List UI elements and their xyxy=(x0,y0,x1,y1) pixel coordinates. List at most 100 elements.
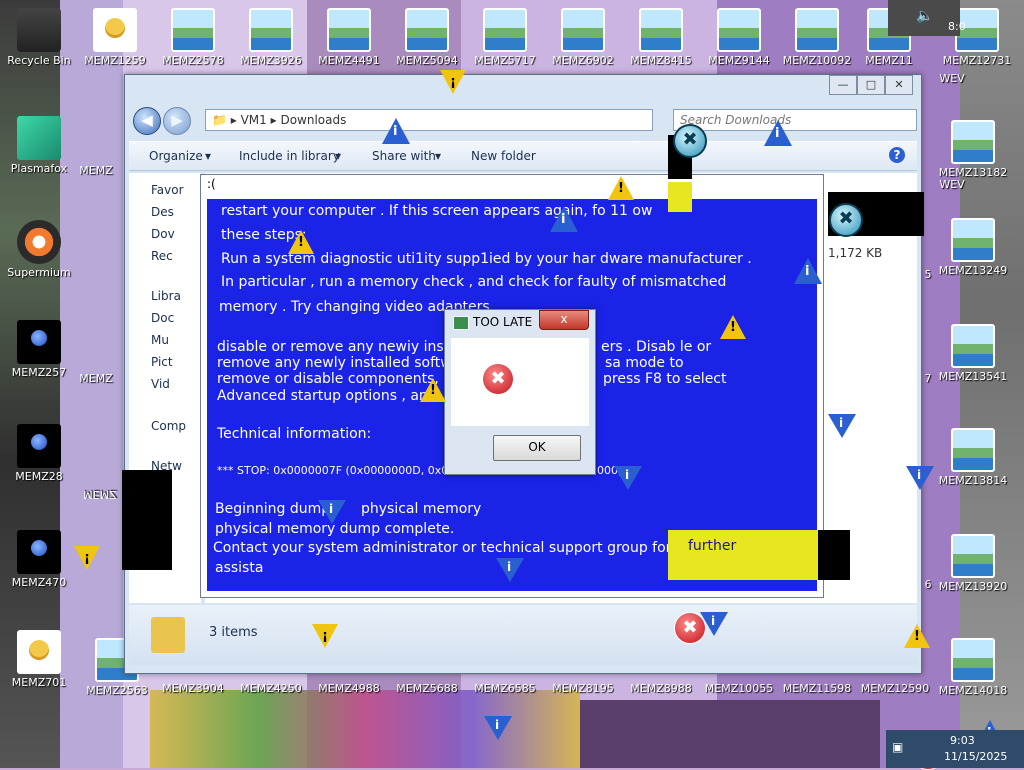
desktop-icon-memz470[interactable]: MEMZ470 xyxy=(2,530,76,589)
desktop-icon-memz3926[interactable]: MEMZ3926 xyxy=(234,8,308,67)
breadcrumb-vm1[interactable]: VM1 xyxy=(241,113,267,127)
warning-icon: ! xyxy=(74,546,100,570)
bsod-face: :( xyxy=(207,177,216,191)
bsod-line: Beginning dump xyxy=(215,501,331,517)
folder-icon xyxy=(151,617,185,653)
forward-icon: ▶ xyxy=(171,111,183,129)
desktop-icon-memz10092[interactable]: MEMZ10092 xyxy=(780,8,854,67)
dialog-app-icon xyxy=(453,316,469,330)
minimize-button[interactable]: — xyxy=(829,75,857,95)
desktop-icon-label: MEMZ13814 xyxy=(938,474,1008,487)
desktop-icon-memz8415[interactable]: MEMZ8415 xyxy=(624,8,698,67)
desktop-icon-recycle-bin[interactable]: Recycle Bin xyxy=(2,8,76,67)
taskbar-date[interactable]: 11/15/2025 xyxy=(944,750,1007,763)
nav-item-videos[interactable]: Vid xyxy=(151,377,170,391)
help-icon[interactable]: ? xyxy=(889,147,905,163)
desktop-icon-label: MEMZ4491 xyxy=(318,54,380,67)
nav-item-computer[interactable]: Comp xyxy=(151,419,186,433)
desktop-icon-memz5094[interactable]: MEMZ5094 xyxy=(390,8,464,67)
address-bar[interactable]: 📁 ▸ VM1 ▸ Downloads xyxy=(205,109,653,131)
desktop-icon-memz701[interactable]: MEMZ701 xyxy=(2,630,76,689)
nav-item-recent[interactable]: Rec xyxy=(151,249,173,263)
memz-smile-icon xyxy=(93,8,137,52)
info-glyph: i xyxy=(775,126,780,141)
desktop-icon-label: MEMZ8195 xyxy=(552,682,614,695)
glitch-block xyxy=(668,182,692,212)
desktop-icon-memz28[interactable]: MEMZ28 xyxy=(2,424,76,483)
desktop-icon-memz257[interactable]: MEMZ257 xyxy=(2,320,76,379)
desktop-icon-memz6902[interactable]: MEMZ6902 xyxy=(546,8,620,67)
nav-item-pictures[interactable]: Pict xyxy=(151,355,173,369)
desktop-icon-memz13541[interactable]: MEMZ13541 xyxy=(936,324,1010,383)
back-icon: ◀ xyxy=(141,111,153,129)
desktop-icon-memz13182[interactable]: MEMZ13182 xyxy=(936,120,1010,179)
nav-item-libraries[interactable]: Libra xyxy=(151,289,181,303)
desktop-icon-memz13249[interactable]: MEMZ13249 xyxy=(936,218,1010,277)
dialog-close-button[interactable]: x xyxy=(539,310,589,330)
volume-icon[interactable]: 🔈 xyxy=(916,8,933,24)
desktop-icon-label: MEMZ4250 xyxy=(240,682,302,695)
desktop-icon-label: MEMZ13920 xyxy=(938,580,1008,593)
bsod-line: physical memory xyxy=(361,501,482,517)
nav-item-desktop[interactable]: Des xyxy=(151,205,174,219)
bsod-line: disable or remove any newiy insta xyxy=(217,339,458,355)
window-controls: — □ ✕ xyxy=(829,75,913,95)
organize-menu[interactable]: Organize xyxy=(149,149,203,163)
chevron-down-icon: ▾ xyxy=(435,149,442,163)
include-in-library-menu[interactable]: Include in library xyxy=(239,149,340,163)
desktop-icon-memz2578[interactable]: MEMZ2578 xyxy=(156,8,230,67)
desktop-icon-supermium[interactable]: Supermium xyxy=(2,220,76,279)
info-icon: i xyxy=(906,466,934,490)
info-icon: i xyxy=(484,716,512,740)
back-button[interactable]: ◀ xyxy=(133,107,161,135)
image-file-icon xyxy=(639,8,683,52)
bsod-line: In particular , run a memory check , and… xyxy=(221,274,727,290)
nav-item-downloads[interactable]: Dov xyxy=(151,227,175,241)
warning-glyph: ! xyxy=(450,74,456,89)
warning-glyph: ! xyxy=(730,320,736,335)
forward-button[interactable]: ▶ xyxy=(163,107,191,135)
info-glyph: i xyxy=(711,614,716,628)
folder-icon: 📁 ▸ xyxy=(212,113,241,127)
glitch-text-fragment: MEMZ xyxy=(79,164,113,177)
breadcrumb-downloads[interactable]: Downloads xyxy=(280,113,346,127)
desktop-icon-memz4491[interactable]: MEMZ4491 xyxy=(312,8,386,67)
info-icon: i xyxy=(764,120,792,146)
maximize-button[interactable]: □ xyxy=(857,75,885,95)
info-icon: i xyxy=(828,414,856,438)
memz-drop-icon xyxy=(17,320,61,364)
desktop-icon-label: MEMZ6902 xyxy=(552,54,614,67)
desktop-icon-memz13920[interactable]: MEMZ13920 xyxy=(936,534,1010,593)
desktop-icon-label: MEMZ257 xyxy=(11,366,67,379)
info-glyph: i xyxy=(507,560,512,574)
desktop-icon-memz1259[interactable]: MEMZ1259 xyxy=(78,8,152,67)
nav-item-favorites[interactable]: Favor xyxy=(151,183,184,197)
info-glyph: i xyxy=(329,502,334,516)
desktop-icon-plasmafox[interactable]: Plasmafox xyxy=(2,116,76,175)
share-with-menu[interactable]: Share with xyxy=(372,149,436,163)
taskbar-time[interactable]: 9:03 xyxy=(950,734,975,747)
desktop-icon-memz5717[interactable]: MEMZ5717 xyxy=(468,8,542,67)
desktop-icon-memz14018[interactable]: MEMZ14018 xyxy=(936,638,1010,697)
warning-icon: ! xyxy=(440,70,466,94)
desktop-icon-label: MEMZ2563 xyxy=(86,684,148,697)
desktop-icon-memz9144[interactable]: MEMZ9144 xyxy=(702,8,776,67)
nav-item-music[interactable]: Mu xyxy=(151,333,169,347)
image-file-icon xyxy=(327,8,371,52)
nav-item-documents[interactable]: Doc xyxy=(151,311,174,325)
close-button[interactable]: ✕ xyxy=(885,75,913,95)
desktop-icon-memz13814[interactable]: MEMZ13814 xyxy=(936,428,1010,487)
desktop-icon-label: MEMZ5688 xyxy=(396,682,458,695)
ok-button[interactable]: OK xyxy=(493,435,581,461)
error-icon: ✖ xyxy=(483,364,513,394)
new-folder-button[interactable]: New folder xyxy=(471,149,536,163)
network-icon[interactable]: ▣ xyxy=(892,740,903,754)
bsod-line: sa mode to xyxy=(605,355,684,371)
glitch-block xyxy=(818,530,850,580)
bsod-line: remove or disable components, xyxy=(217,371,439,387)
bsod-line: assista xyxy=(215,560,264,576)
dialog-title: TOO LATE xyxy=(473,315,533,329)
address-row: ◀ ▶ 📁 ▸ VM1 ▸ Downloads Search Downloads xyxy=(133,107,917,135)
desktop-icon-label: MEMZ9144 xyxy=(708,54,770,67)
search-input[interactable]: Search Downloads xyxy=(673,109,917,131)
